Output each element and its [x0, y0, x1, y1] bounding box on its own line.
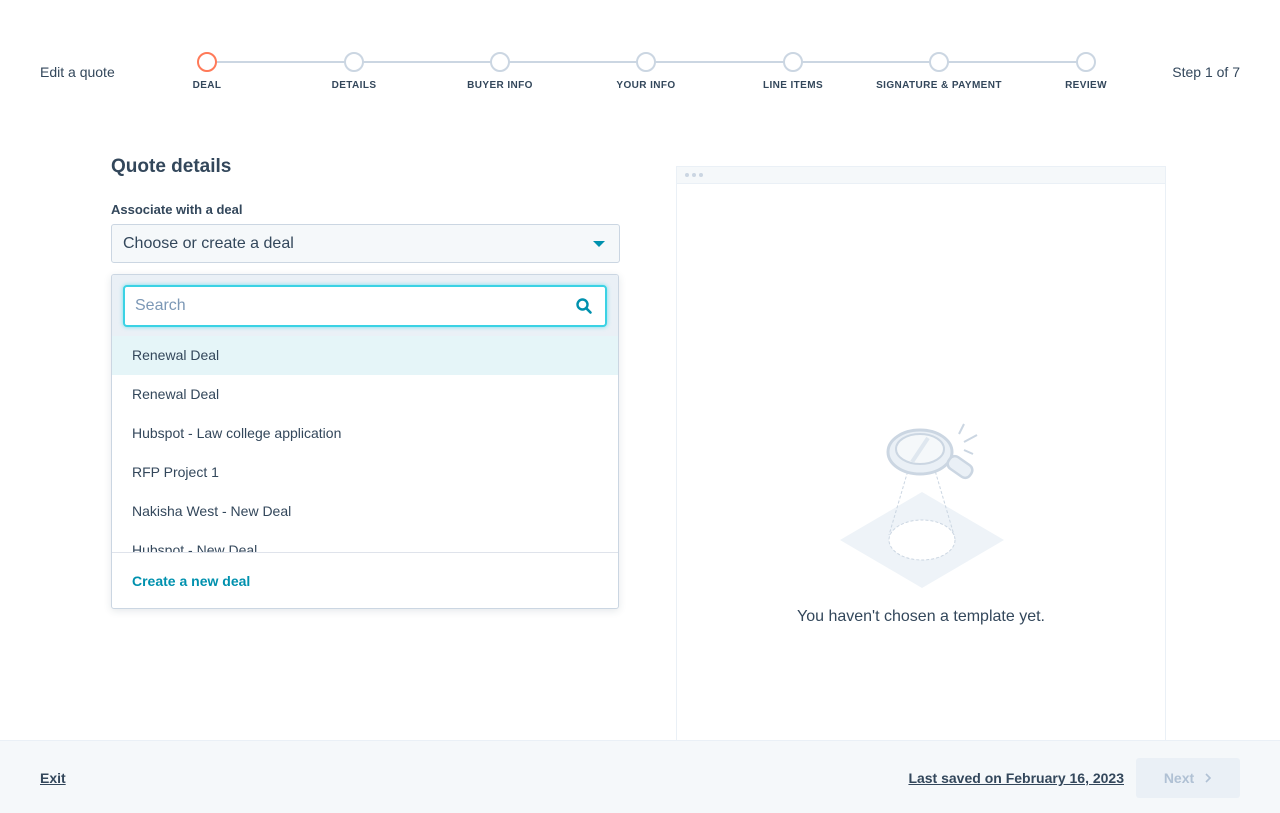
exit-link[interactable]: Exit	[40, 770, 66, 786]
deal-option[interactable]: Nakisha West - New Deal	[112, 492, 618, 531]
deal-option[interactable]: Renewal Deal	[112, 375, 618, 414]
step-label: REVIEW	[1065, 80, 1107, 91]
step-your-info[interactable]: YOUR INFO	[576, 52, 716, 91]
step-indicator-icon	[344, 52, 364, 72]
step-label: YOUR INFO	[616, 80, 676, 91]
step-signature-payment[interactable]: SIGNATURE & PAYMENT	[869, 52, 1009, 91]
deal-select-value: Choose or create a deal	[123, 234, 294, 252]
quote-header: Edit a quote DEAL DETAILS BUYER INFO YOU…	[0, 0, 1280, 120]
dropdown-search-area	[112, 275, 618, 336]
last-saved-link[interactable]: Last saved on February 16, 2023	[908, 770, 1124, 786]
dropdown-footer: Create a new deal	[112, 553, 618, 608]
window-dot-icon	[692, 173, 696, 177]
deal-search-input[interactable]	[135, 297, 575, 315]
step-indicator-icon	[490, 52, 510, 72]
step-indicator-icon	[929, 52, 949, 72]
chevron-right-icon	[1205, 773, 1212, 783]
step-counter: Step 1 of 7	[1172, 64, 1240, 80]
search-icon[interactable]	[575, 297, 593, 315]
deal-option[interactable]: Renewal Deal	[112, 336, 618, 375]
step-review[interactable]: REVIEW	[1016, 52, 1156, 91]
deal-option[interactable]: Hubspot - New Deal	[112, 531, 618, 552]
step-deal[interactable]: DEAL	[137, 52, 277, 91]
step-buyer-info[interactable]: BUYER INFO	[430, 52, 570, 91]
template-preview-panel: You haven't chosen a template yet.	[676, 166, 1166, 756]
deal-option[interactable]: RFP Project 1	[112, 453, 618, 492]
step-indicator-icon	[197, 52, 217, 72]
step-label: LINE ITEMS	[762, 80, 824, 91]
quote-details-form: Quote details Associate with a deal Choo…	[111, 150, 620, 263]
section-title: Quote details	[111, 156, 232, 177]
window-dot-icon	[699, 173, 703, 177]
step-label: BUYER INFO	[467, 80, 533, 91]
step-indicator-icon	[1076, 52, 1096, 72]
next-button-label: Next	[1163, 770, 1195, 786]
step-details[interactable]: DETAILS	[284, 52, 424, 91]
step-line-items[interactable]: LINE ITEMS	[723, 52, 863, 91]
footer-bar: Exit Last saved on February 16, 2023 Nex…	[0, 740, 1280, 813]
magnifying-glass-illustration-icon	[840, 423, 1004, 588]
preview-window-bar	[677, 167, 1165, 184]
step-label: DETAILS	[331, 80, 377, 91]
step-indicator-icon	[783, 52, 803, 72]
create-new-deal-link[interactable]: Create a new deal	[132, 573, 250, 589]
next-button[interactable]: Next	[1136, 758, 1240, 798]
empty-state-message: You haven't chosen a template yet.	[797, 608, 1045, 625]
deal-field-label: Associate with a deal	[111, 202, 243, 217]
deal-options-list[interactable]: Renewal Deal Renewal Deal Hubspot - Law …	[112, 336, 618, 553]
caret-down-icon	[593, 240, 605, 247]
progress-stepper: DEAL DETAILS BUYER INFO YOUR INFO LINE I…	[0, 0, 1280, 110]
deal-option[interactable]: Hubspot - Law college application	[112, 414, 618, 453]
deal-search-box	[123, 285, 607, 327]
step-label: SIGNATURE & PAYMENT	[876, 80, 1002, 91]
deal-select[interactable]: Choose or create a deal	[111, 224, 620, 263]
window-dot-icon	[685, 173, 689, 177]
deal-dropdown-menu: Renewal Deal Renewal Deal Hubspot - Law …	[111, 274, 619, 609]
step-indicator-icon	[636, 52, 656, 72]
step-label: DEAL	[192, 80, 222, 91]
